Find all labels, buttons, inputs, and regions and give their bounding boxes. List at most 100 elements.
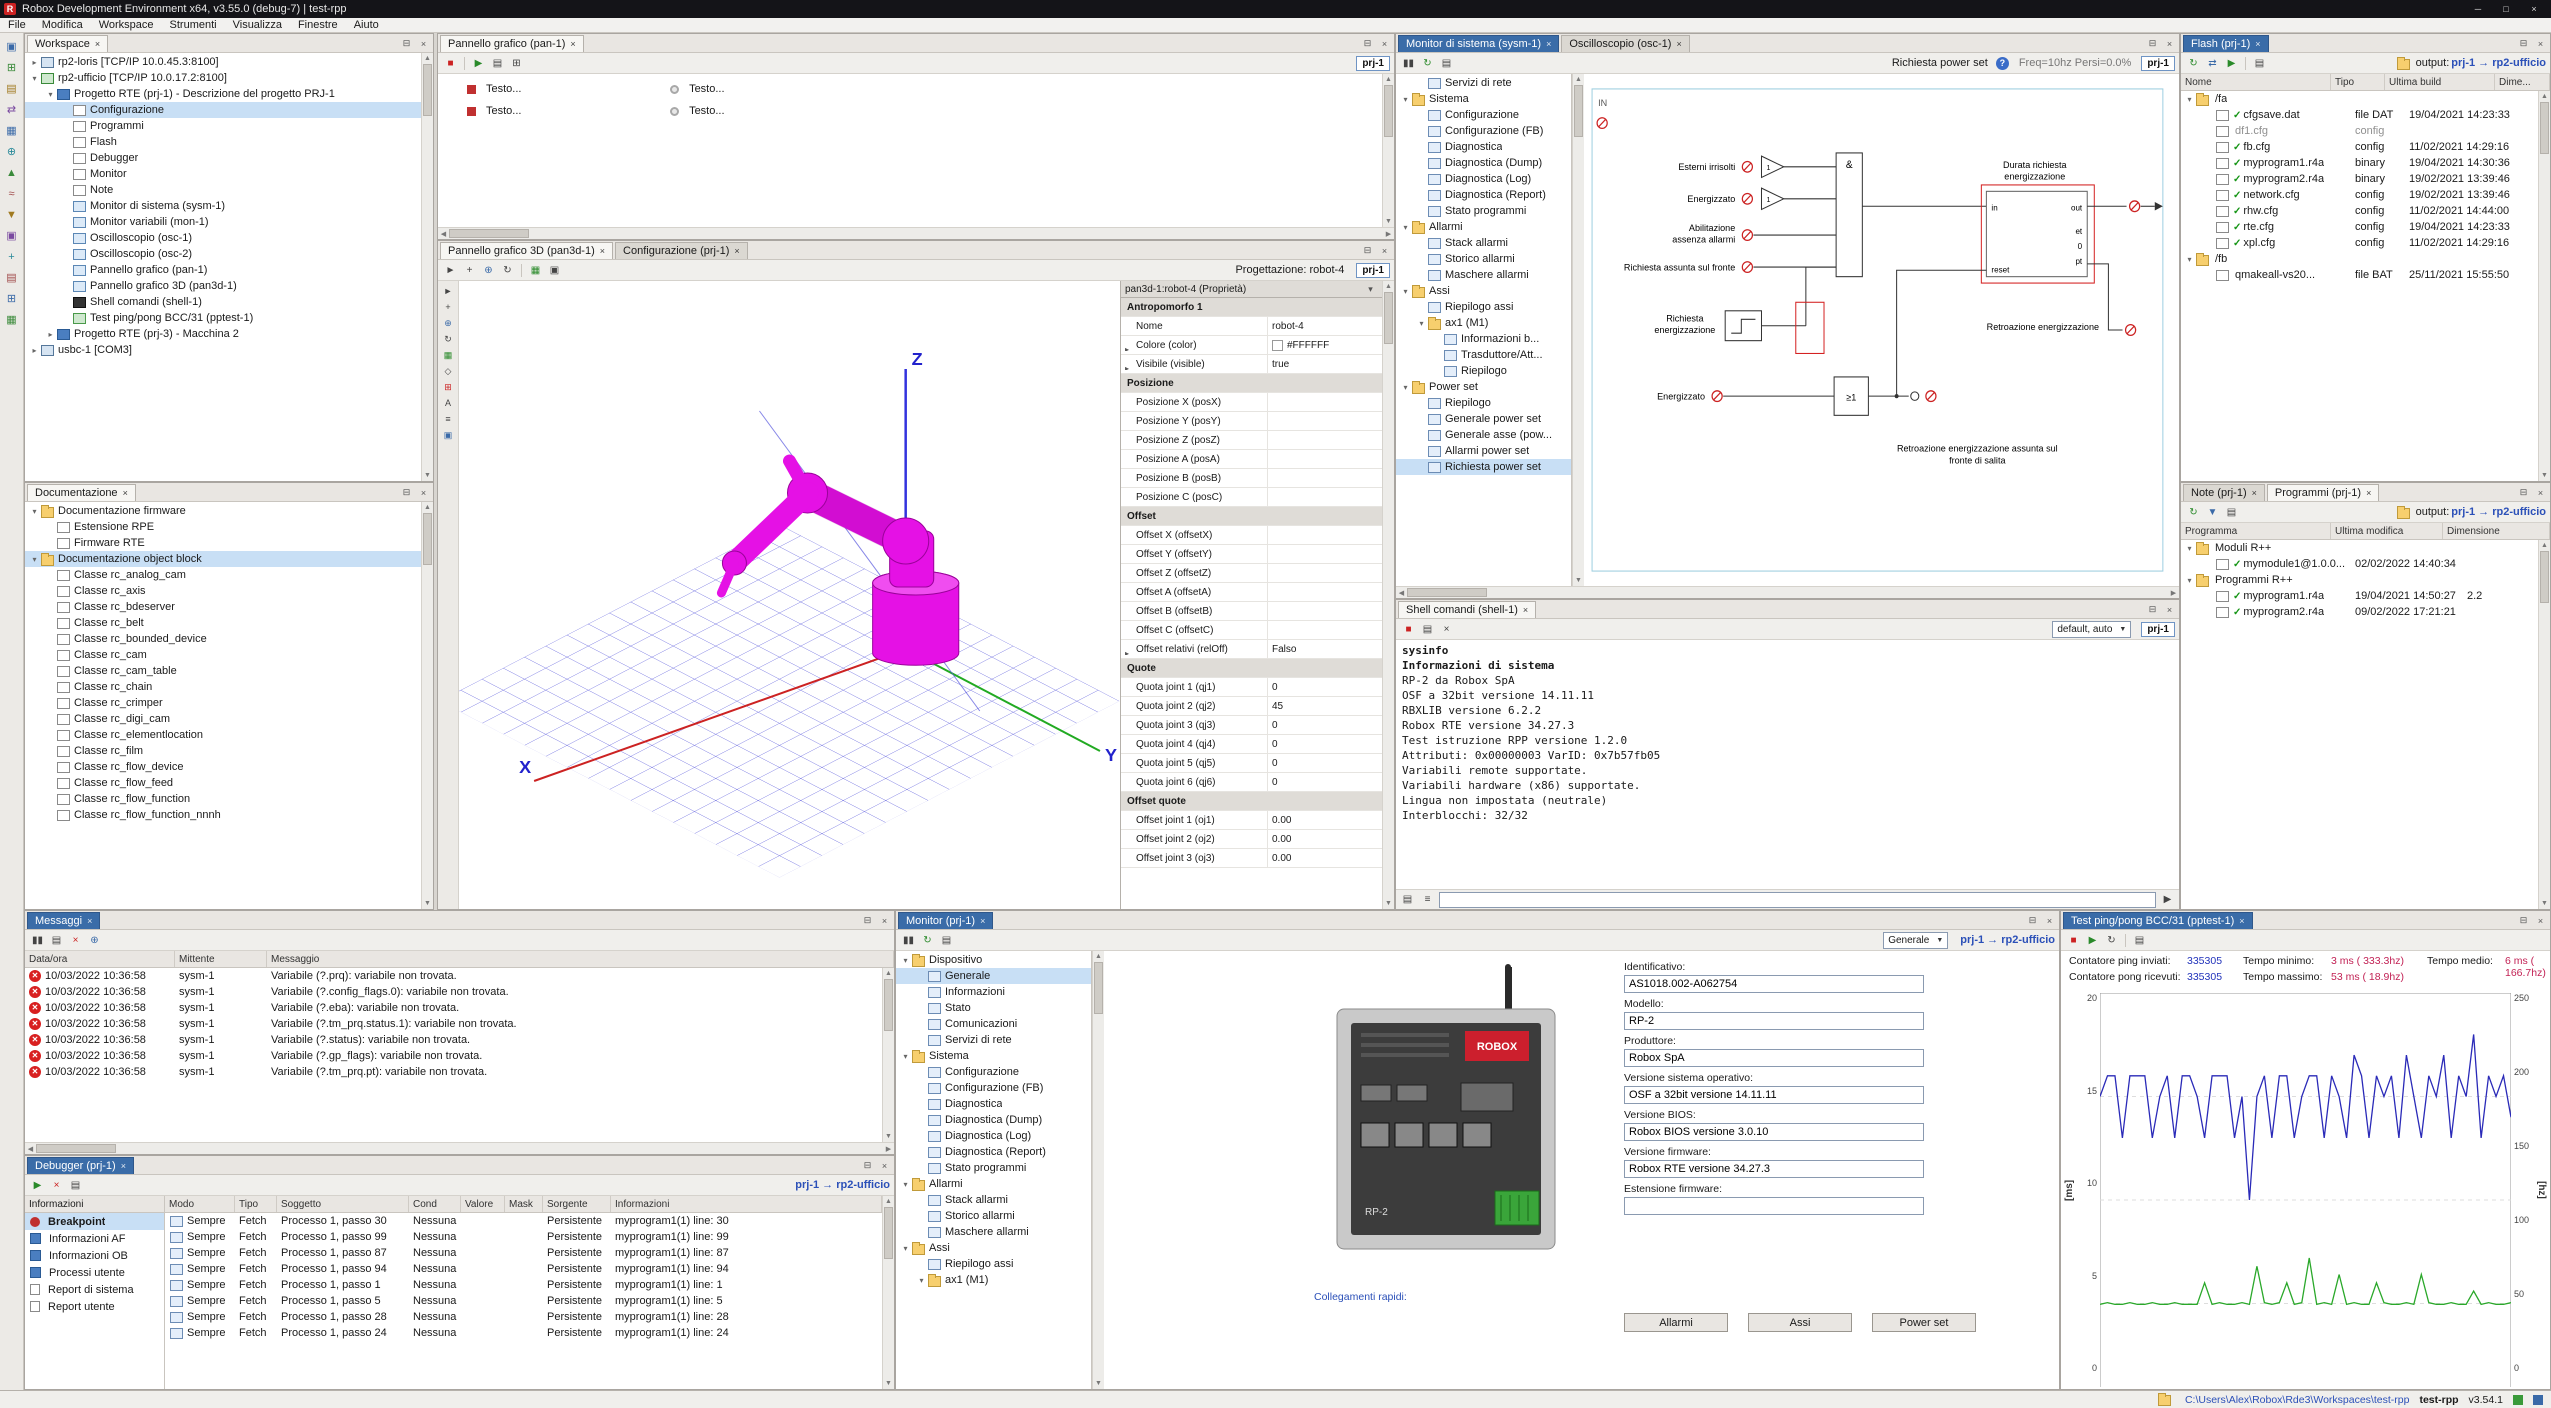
tree-item[interactable]: Riepilogo — [1396, 363, 1571, 379]
tree-item[interactable]: Debugger — [25, 150, 421, 166]
tree-item[interactable]: Stack allarmi — [1396, 235, 1571, 251]
tool-icon[interactable]: ≈ — [2, 184, 22, 203]
property-value[interactable]: 0 — [1267, 773, 1382, 791]
property-row[interactable]: Offset B (offsetB) — [1121, 602, 1382, 621]
expander-icon[interactable]: ▾ — [2184, 576, 2195, 585]
tree-item[interactable]: Classe rc_elementlocation — [25, 727, 421, 743]
tree-item[interactable]: Classe rc_bounded_device — [25, 631, 421, 647]
message-row[interactable]: ✕10/03/2022 10:36:58 sysm-1 Variabile (?… — [25, 1064, 882, 1080]
property-row[interactable]: ▸Colore (color) #FFFFFF — [1121, 336, 1382, 355]
frame-icon[interactable]: ◇ — [440, 363, 456, 379]
file-row[interactable]: ✓rhw.cfg config 11/02/2021 14:44:00 — [2181, 203, 2538, 219]
field-input[interactable] — [1624, 1049, 1924, 1067]
file-row[interactable]: qmakeall-vs20... file BAT 25/11/2021 15:… — [2181, 267, 2538, 283]
expander-icon[interactable]: ▾ — [29, 74, 40, 83]
property-value[interactable]: 0 — [1267, 735, 1382, 753]
save-icon[interactable]: ▤ — [1438, 55, 1455, 72]
breakpoint-row[interactable]: Sempre Fetch Processo 1, passo 87 Nessun… — [165, 1245, 882, 1261]
stop-icon[interactable]: ■ — [1400, 621, 1417, 638]
column-header[interactable]: Mask — [505, 1196, 543, 1212]
property-row[interactable]: Nome robot-4 — [1121, 317, 1382, 336]
property-value[interactable] — [1267, 412, 1382, 430]
tree-item[interactable]: Pannello grafico 3D (pan3d-1) — [25, 278, 421, 294]
property-row[interactable]: Quote — [1121, 659, 1382, 678]
property-row[interactable]: Quota joint 1 (qj1) 0 — [1121, 678, 1382, 697]
tree-item[interactable]: Stato — [896, 1000, 1091, 1016]
save-icon[interactable]: ▤ — [2223, 504, 2240, 521]
graphic-text-item[interactable]: Testo... — [669, 80, 841, 98]
expander-icon[interactable]: ▸ — [1125, 649, 1129, 655]
expander-icon[interactable]: ▾ — [1400, 383, 1411, 392]
property-row[interactable]: Offset X (offsetX) — [1121, 526, 1382, 545]
close-icon[interactable]: × — [2042, 912, 2057, 929]
tree-item[interactable]: Informazioni — [896, 984, 1091, 1000]
property-value[interactable] — [1267, 564, 1382, 582]
property-row[interactable]: Quota joint 6 (qj6) 0 — [1121, 773, 1382, 792]
property-value[interactable] — [1267, 583, 1382, 601]
tree-item[interactable]: Classe rc_crimper — [25, 695, 421, 711]
tool-icon[interactable]: ⊞ — [2, 58, 22, 77]
close-icon[interactable]: × — [877, 1157, 892, 1174]
float-icon[interactable]: ⊟ — [399, 35, 414, 52]
file-row[interactable]: df1.cfg config — [2181, 123, 2538, 139]
tree-item[interactable]: Classe rc_chain — [25, 679, 421, 695]
property-value[interactable] — [1267, 431, 1382, 449]
menu-item[interactable]: Modifica — [34, 18, 91, 32]
tree-item[interactable]: Riepilogo — [1396, 395, 1571, 411]
chevron-down-icon[interactable]: ▾ — [1363, 284, 1378, 295]
tab-note[interactable]: Note (prj-1) × — [2183, 484, 2265, 501]
property-row[interactable]: Offset C (offsetC) — [1121, 621, 1382, 640]
shell-mode-combo[interactable]: default, auto ▼ — [2052, 621, 2131, 638]
property-row[interactable]: Quota joint 3 (qj3) 0 — [1121, 716, 1382, 735]
message-row[interactable]: ✕10/03/2022 10:36:58 sysm-1 Variabile (?… — [25, 1032, 882, 1048]
program-row[interactable]: ✓myprogram1.r4a 19/04/2021 14:50:27 2.2 — [2181, 588, 2538, 604]
tree-item[interactable]: ▾ Sistema — [896, 1048, 1091, 1064]
close-icon[interactable]: × — [2521, 1, 2547, 17]
field-input[interactable] — [1624, 1086, 1924, 1104]
tree-item[interactable]: Classe rc_flow_function_nnnh — [25, 807, 421, 823]
horizontal-scrollbar[interactable]: ◀▶ — [1396, 586, 2179, 598]
close-icon[interactable]: × — [416, 35, 431, 52]
vertical-scrollbar[interactable]: ▲▼ — [1092, 951, 1104, 1389]
send-icon[interactable]: ▶ — [2159, 891, 2176, 908]
file-row[interactable]: ✓myprogram1.r4a binary 19/04/2021 14:30:… — [2181, 155, 2538, 171]
tool-icon[interactable]: ⊕ — [2, 142, 22, 161]
close-icon[interactable]: × — [95, 39, 100, 49]
property-row[interactable]: Offset quote — [1121, 792, 1382, 811]
float-icon[interactable]: ⊟ — [2516, 912, 2531, 929]
column-header[interactable]: Mittente — [175, 951, 267, 967]
close-icon[interactable]: × — [123, 488, 128, 498]
category-item[interactable]: Breakpoint — [25, 1213, 164, 1230]
refresh-icon[interactable]: ↻ — [1419, 55, 1436, 72]
menu-item[interactable]: Aiuto — [346, 18, 387, 32]
tree-item[interactable]: Storico allarmi — [896, 1208, 1091, 1224]
close-icon[interactable]: × — [2533, 484, 2548, 501]
property-row[interactable]: Offset A (offsetA) — [1121, 583, 1382, 602]
tool-icon[interactable]: ▦ — [2, 310, 22, 329]
tree-item[interactable]: Classe rc_flow_device — [25, 759, 421, 775]
close-icon[interactable]: × — [1377, 242, 1392, 259]
close-icon[interactable]: × — [2239, 916, 2244, 926]
quick-link-button[interactable]: Power set — [1872, 1313, 1976, 1332]
close-icon[interactable]: × — [2162, 35, 2177, 52]
property-row[interactable]: Offset joint 3 (oj3) 0.00 — [1121, 849, 1382, 868]
tree-item[interactable]: Servizi di rete — [1396, 75, 1571, 91]
tree-item[interactable]: Oscilloscopio (osc-2) — [25, 246, 421, 262]
menu-item[interactable]: Strumenti — [162, 18, 225, 32]
property-value[interactable] — [1267, 602, 1382, 620]
tool-icon[interactable]: ▣ — [2, 37, 22, 56]
menu-item[interactable]: Workspace — [91, 18, 162, 32]
close-icon[interactable]: × — [87, 916, 92, 926]
column-header[interactable]: Valore — [461, 1196, 505, 1212]
category-item[interactable]: Report utente — [25, 1298, 164, 1315]
tab-pptest[interactable]: Test ping/pong BCC/31 (pptest-1) × — [2063, 912, 2253, 929]
vertical-scrollbar[interactable]: ▲▼ — [421, 502, 433, 909]
close-icon[interactable]: × — [980, 916, 985, 926]
pause-icon[interactable]: ▮▮ — [1400, 55, 1417, 72]
property-row[interactable]: Posizione Z (posZ) — [1121, 431, 1382, 450]
property-row[interactable]: Offset Y (offsetY) — [1121, 545, 1382, 564]
tree-item[interactable]: Shell comandi (shell-1) — [25, 294, 421, 310]
property-value[interactable]: 0 — [1267, 754, 1382, 772]
close-icon[interactable]: × — [2162, 601, 2177, 618]
tree-item[interactable]: Diagnostica — [896, 1096, 1091, 1112]
